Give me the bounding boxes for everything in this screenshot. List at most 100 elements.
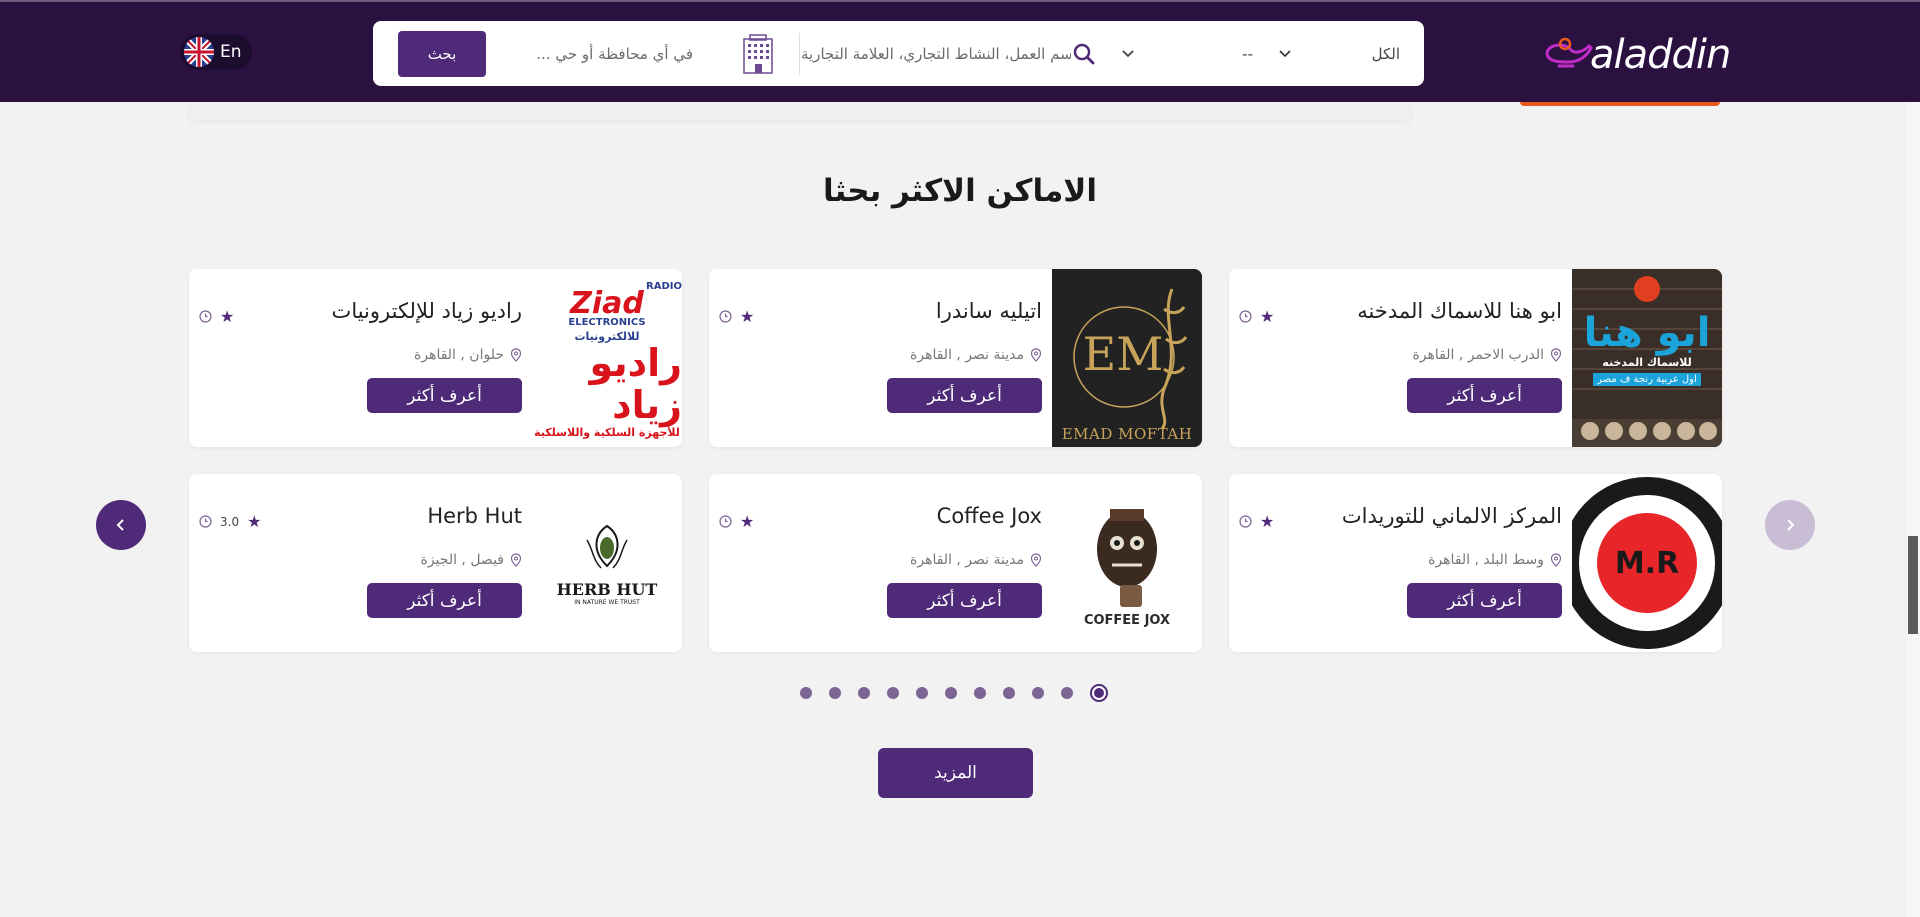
logo-name-text: EMAD MOFTAH bbox=[1061, 425, 1193, 443]
logo-brand-text: Ziad bbox=[570, 285, 644, 321]
logo-radio-text: RADIO bbox=[646, 280, 682, 292]
clock-icon bbox=[719, 310, 732, 323]
place-card[interactable]: RADIO Ziad ELECTRONICS للالكترونيات رادي… bbox=[189, 269, 682, 447]
place-card[interactable]: M.R المركز الالماني للتوريدات وسط البلد … bbox=[1229, 474, 1722, 652]
category-value: الكل bbox=[1371, 45, 1400, 63]
search-bar: بحث ... في أي محافظة أو حي ابحث بـ اسم ا… bbox=[373, 21, 1424, 86]
location-text: حلوان , القاهرة bbox=[414, 347, 504, 363]
place-name[interactable]: المركز الالماني للتوريدات bbox=[1342, 504, 1562, 528]
brand-logo[interactable]: aladdin bbox=[1590, 32, 1731, 78]
logo-jox-text: COFFEE JOX bbox=[1083, 612, 1171, 628]
pagination-dot[interactable] bbox=[916, 687, 928, 699]
place-logo-image: HERB HUT IN NATURE WE TRUST bbox=[532, 474, 682, 652]
pagination-dot[interactable] bbox=[974, 687, 986, 699]
place-card[interactable]: EM EMAD MOFTAH اتيليه ساندرا مدينة نصر ,… bbox=[709, 269, 1202, 447]
search-divider bbox=[799, 33, 800, 75]
logo-title-text: ابو هنا bbox=[1583, 310, 1711, 356]
location-text: مدينة نصر , القاهرة bbox=[910, 347, 1024, 363]
carousel-prev-button[interactable] bbox=[96, 500, 146, 550]
place-name[interactable]: راديو زياد للإلكترونيات bbox=[332, 299, 522, 323]
location-pin-icon bbox=[510, 553, 522, 567]
clock-icon bbox=[1239, 310, 1252, 323]
logo-elec-text: ELECTRONICS bbox=[568, 316, 646, 328]
place-location: مدينة نصر , القاهرة bbox=[910, 552, 1042, 568]
star-icon: ★ bbox=[740, 307, 755, 326]
pagination-dot[interactable] bbox=[858, 687, 870, 699]
clock-icon bbox=[719, 515, 732, 528]
pagination-dot[interactable] bbox=[1003, 687, 1015, 699]
place-card[interactable]: HERB HUT IN NATURE WE TRUST Herb Hut فيص… bbox=[189, 474, 682, 652]
lamp-logo-icon[interactable] bbox=[1543, 32, 1595, 78]
language-label: En bbox=[220, 42, 242, 62]
location-text: مدينة نصر , القاهرة bbox=[910, 552, 1024, 568]
search-button[interactable]: بحث bbox=[398, 31, 486, 77]
learn-more-button[interactable]: أعرف أكثر bbox=[887, 378, 1042, 413]
star-icon: ★ bbox=[247, 512, 262, 531]
view-more-button[interactable]: المزيد bbox=[878, 748, 1033, 798]
chevron-right-icon bbox=[1787, 519, 1795, 531]
place-name[interactable]: Coffee Jox bbox=[937, 504, 1042, 528]
place-name[interactable]: اتيليه ساندرا bbox=[936, 299, 1042, 323]
keyword-input[interactable]: ابحث بـ اسم العمل، النشاط التجاري، العلا… bbox=[801, 35, 1071, 73]
chevron-down-icon bbox=[1279, 50, 1291, 58]
location-pin-icon bbox=[1030, 553, 1042, 567]
place-meta: ★ bbox=[719, 307, 754, 326]
star-icon: ★ bbox=[1260, 307, 1275, 326]
location-text: الدرب الاحمر , القاهرة bbox=[1412, 347, 1544, 363]
place-location: فيصل , الجيزة bbox=[421, 552, 523, 568]
place-meta: ★ bbox=[1239, 512, 1274, 531]
location-pin-icon bbox=[1550, 348, 1562, 362]
location-text: فيصل , الجيزة bbox=[420, 552, 505, 568]
location-input[interactable]: ... في أي محافظة أو حي bbox=[523, 35, 693, 73]
logo-herb-sub: IN NATURE WE TRUST bbox=[574, 599, 640, 606]
pagination-dot[interactable] bbox=[800, 687, 812, 699]
learn-more-button[interactable]: أعرف أكثر bbox=[367, 378, 522, 413]
scrollbar-thumb[interactable] bbox=[1908, 536, 1918, 634]
chevron-down-icon bbox=[1122, 50, 1134, 58]
location-pin-icon bbox=[1550, 553, 1562, 567]
scrollbar-track[interactable] bbox=[1907, 0, 1920, 917]
place-meta: ★ bbox=[199, 307, 234, 326]
place-name[interactable]: Herb Hut bbox=[427, 504, 522, 528]
place-location: حلوان , القاهرة bbox=[414, 347, 522, 363]
learn-more-button[interactable]: أعرف أكثر bbox=[1407, 583, 1562, 618]
pagination-dot[interactable] bbox=[829, 687, 841, 699]
location-placeholder: ... في أي محافظة أو حي bbox=[536, 45, 693, 63]
pagination-dot[interactable] bbox=[945, 687, 957, 699]
clock-icon bbox=[199, 515, 212, 528]
subcategory-select[interactable]: -- bbox=[1121, 39, 1261, 69]
place-card[interactable]: COFFEE JOX Coffee Jox مدينة نصر , القاهر… bbox=[709, 474, 1202, 652]
place-logo-image: M.R bbox=[1572, 474, 1722, 652]
learn-more-button[interactable]: أعرف أكثر bbox=[367, 583, 522, 618]
location-text: وسط البلد , القاهرة bbox=[1428, 552, 1544, 568]
keyword-placeholder: ابحث بـ اسم العمل، النشاط التجاري، العلا… bbox=[801, 45, 1071, 63]
chevron-left-icon bbox=[116, 519, 124, 531]
place-location: الدرب الاحمر , القاهرة bbox=[1412, 347, 1562, 363]
place-meta: ★ bbox=[719, 512, 754, 531]
logo-herb-title: HERB HUT bbox=[556, 580, 658, 599]
location-pin-icon bbox=[510, 348, 522, 362]
search-icon bbox=[1073, 43, 1095, 69]
pagination-dot[interactable] bbox=[1090, 684, 1108, 702]
logo-tag-text: للأجهزة السلكية واللاسلكية bbox=[534, 426, 680, 440]
logo-subtitle-text: للاسماك المدخنه bbox=[1602, 356, 1692, 369]
rating-value: 3.0 bbox=[220, 514, 240, 529]
learn-more-button[interactable]: أعرف أكثر bbox=[887, 583, 1042, 618]
pagination-dot[interactable] bbox=[1061, 687, 1073, 699]
star-icon: ★ bbox=[220, 307, 235, 326]
logo-mr-text: M.R bbox=[1614, 545, 1680, 581]
place-card[interactable]: ابو هنا للاسماك المدخنه اول عربية رنجة ف… bbox=[1229, 269, 1722, 447]
language-switcher[interactable]: En bbox=[180, 34, 252, 70]
learn-more-button[interactable]: أعرف أكثر bbox=[1407, 378, 1562, 413]
location-pin-icon bbox=[1030, 348, 1042, 362]
pagination-dot[interactable] bbox=[887, 687, 899, 699]
place-location: مدينة نصر , القاهرة bbox=[910, 347, 1042, 363]
clock-icon bbox=[199, 310, 212, 323]
pagination-dot[interactable] bbox=[1032, 687, 1044, 699]
uk-flag-icon bbox=[184, 37, 214, 67]
carousel-next-button[interactable] bbox=[1765, 500, 1815, 550]
place-name[interactable]: ابو هنا للاسماك المدخنه bbox=[1357, 299, 1562, 323]
category-select[interactable]: الكل bbox=[1278, 39, 1408, 69]
place-meta: ★ bbox=[1239, 307, 1274, 326]
logo-tagline-text: اول عربية رنجة ف مصر bbox=[1593, 373, 1701, 386]
